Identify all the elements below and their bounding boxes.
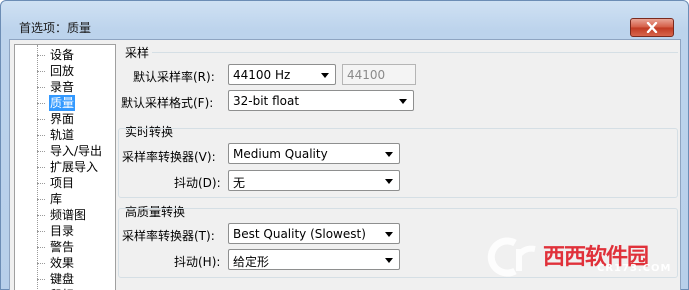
tree-connector xyxy=(37,247,45,248)
tree-connector xyxy=(37,71,45,72)
sampling-divider xyxy=(152,52,678,53)
tree-item[interactable]: 键盘 xyxy=(15,271,115,287)
tree-item-label: 导入/导出 xyxy=(50,144,103,158)
tree-item[interactable]: 项目 xyxy=(15,175,115,191)
sample-rate-select[interactable]: 44100 Hz xyxy=(228,64,336,85)
tree-item[interactable]: 轨道 xyxy=(15,127,115,143)
tree-connector xyxy=(37,87,45,88)
sample-rate-value: 44100 Hz xyxy=(233,68,291,82)
tree-connector xyxy=(37,263,45,264)
tree-connector xyxy=(37,151,45,152)
hq-converter-value: Best Quality (Slowest) xyxy=(233,227,366,241)
tree-item[interactable]: 库 xyxy=(15,191,115,207)
tree-item-label: 频谱图 xyxy=(50,208,87,222)
realtime-dither-label: 抖动(D): xyxy=(174,176,221,190)
tree-item-label: 界面 xyxy=(50,112,75,126)
chevron-down-icon xyxy=(321,73,329,78)
tree-item-label: 警告 xyxy=(50,240,75,254)
realtime-converter-label: 采样率转换器(V): xyxy=(122,150,216,164)
tree-item[interactable]: 质量 xyxy=(15,95,115,111)
realtime-converter-value: Medium Quality xyxy=(233,147,328,161)
tree-item[interactable]: 界面 xyxy=(15,111,115,127)
hq-converter-select[interactable]: Best Quality (Slowest) xyxy=(228,223,400,244)
custom-rate-input[interactable]: 44100 xyxy=(342,64,416,85)
hq-converter-label: 采样率转换器(T): xyxy=(122,229,215,243)
chevron-down-icon xyxy=(399,99,407,104)
tree-connector xyxy=(37,103,45,104)
custom-rate-value: 44100 xyxy=(347,68,386,82)
title-bar[interactable]: 首选项：质量 xyxy=(1,1,688,37)
tree-connector xyxy=(37,199,45,200)
realtime-converter-select[interactable]: Medium Quality xyxy=(228,143,400,164)
tree-item[interactable]: 扩展导入 xyxy=(15,159,115,175)
tree-item-label: 项目 xyxy=(50,176,75,190)
tree-connector xyxy=(37,215,45,216)
tree-item-label: 键盘 xyxy=(50,272,75,286)
tree-connector xyxy=(37,167,45,168)
tree-connector xyxy=(37,119,45,120)
window-title: 首选项：质量 xyxy=(19,21,92,35)
cr-logo-icon xyxy=(487,237,536,277)
category-tree[interactable]: 设备回放录音质量界面轨道导入/导出扩展导入项目库频谱图目录警告效果键盘鼠标 xyxy=(14,44,116,290)
realtime-dither-select[interactable]: 无 xyxy=(228,170,400,191)
tree-item[interactable]: 警告 xyxy=(15,239,115,255)
tree-item-label: 设备 xyxy=(50,48,75,62)
sampling-heading: 采样 xyxy=(125,46,150,60)
tree-item[interactable]: 回放 xyxy=(15,63,115,79)
watermark-url: CR173.COM xyxy=(597,263,672,274)
tree-item-label: 效果 xyxy=(50,256,75,270)
hq-dither-select[interactable]: 给定形 xyxy=(228,249,400,270)
realtime-dither-value: 无 xyxy=(233,176,246,190)
sample-format-value: 32-bit float xyxy=(233,94,300,108)
hq-dither-value: 给定形 xyxy=(233,255,270,269)
tree-item[interactable]: 设备 xyxy=(15,47,115,63)
tree-item[interactable]: 目录 xyxy=(15,223,115,239)
tree-item[interactable]: 效果 xyxy=(15,255,115,271)
tree-item-label: 轨道 xyxy=(50,128,75,142)
tree-item[interactable]: 录音 xyxy=(15,79,115,95)
tree-connector xyxy=(37,231,45,232)
tree-connector xyxy=(37,55,45,56)
tree-item-label: 录音 xyxy=(50,80,75,94)
tree-item-label: 扩展导入 xyxy=(50,160,99,174)
chevron-down-icon xyxy=(385,258,393,263)
chevron-down-icon xyxy=(385,152,393,157)
tree-item[interactable]: 导入/导出 xyxy=(15,143,115,159)
watermark-logo: 西西软件园 CR173.COM xyxy=(485,233,675,283)
tree-item-label: 目录 xyxy=(50,224,75,238)
tree-item-label: 质量 xyxy=(49,95,76,111)
tree-connector xyxy=(37,135,45,136)
hq-dither-label: 抖动(H): xyxy=(174,255,221,269)
sample-rate-label: 默认采样率(R): xyxy=(133,70,215,84)
sample-format-select[interactable]: 32-bit float xyxy=(228,90,414,111)
chevron-down-icon xyxy=(385,232,393,237)
tree-item[interactable]: 频谱图 xyxy=(15,207,115,223)
tree-connector xyxy=(37,183,45,184)
preferences-window: 首选项：质量 设备回放录音 质量 界面轨道导入/导出扩展导入项目库频谱图目录警告效果… xyxy=(0,0,689,290)
chevron-down-icon xyxy=(385,179,393,184)
close-icon xyxy=(646,22,658,33)
close-button[interactable] xyxy=(630,18,674,37)
sample-format-label: 默认采样格式(F): xyxy=(121,96,214,110)
tree-item-label: 库 xyxy=(50,192,63,206)
tree-connector xyxy=(37,279,45,280)
tree-item-label: 回放 xyxy=(50,64,75,78)
